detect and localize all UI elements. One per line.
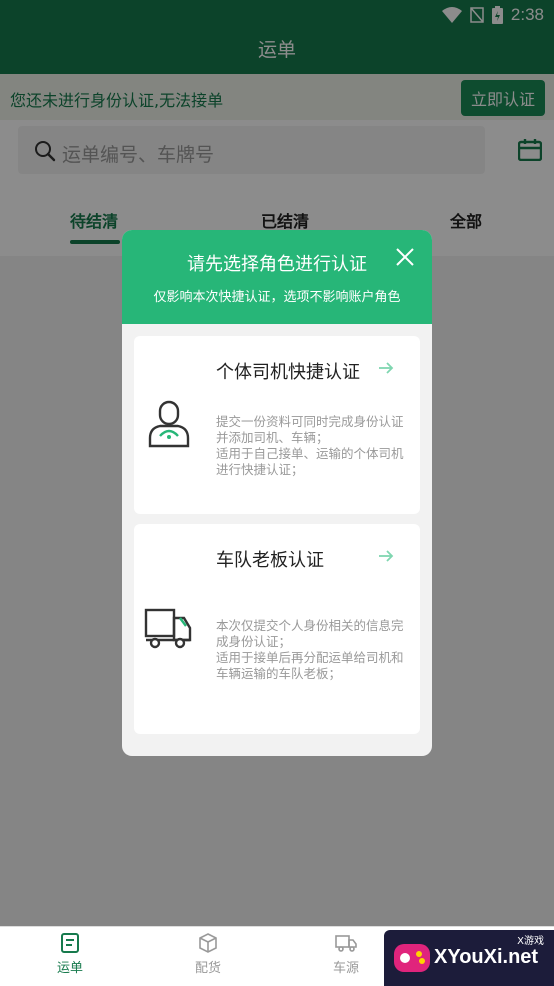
nav-waybill-label: 运单 <box>56 961 83 976</box>
nav-vehicle-source-label: 车源 <box>332 961 359 976</box>
option-description: 本次仅提交个人身份相关的信息完成身份认证； 适用于接单后再分配运单给司机和车辆运… <box>216 618 404 681</box>
nav-waybill[interactable]: 运单 <box>40 933 100 976</box>
option-individual-driver[interactable]: 个体司机快捷认证 提交一份资料可同时完成身份认证并添加司机、车辆； 适用于自己接… <box>134 336 420 514</box>
option-title: 车队老板认证 <box>216 550 324 571</box>
dialog-subtitle: 仅影响本次快捷认证，选项不影响账户角色 <box>153 290 401 305</box>
gamepad-logo-icon <box>394 944 430 972</box>
arrow-right-icon <box>379 550 394 562</box>
nav-distribution-label: 配货 <box>194 961 221 976</box>
close-icon[interactable] <box>394 246 416 268</box>
dialog-header: 请先选择角色进行认证 仅影响本次快捷认证，选项不影响账户角色 <box>122 230 432 324</box>
role-select-dialog: 请先选择角色进行认证 仅影响本次快捷认证，选项不影响账户角色 个体司机快捷认证 … <box>122 230 432 756</box>
cube-icon <box>199 933 217 953</box>
arrow-right-icon <box>379 362 394 374</box>
dialog-title: 请先选择角色进行认证 <box>187 254 367 275</box>
truck-icon <box>144 608 192 649</box>
option-description: 提交一份资料可同时完成身份认证并添加司机、车辆； 适用于自己接单、运输的个体司机… <box>216 414 404 477</box>
nav-vehicle-source[interactable]: 车源 <box>316 933 376 976</box>
option-fleet-owner[interactable]: 车队老板认证 本次仅提交个人身份相关的信息完成身份认证； 适用于接单后再分配运单… <box>134 524 420 734</box>
driver-icon <box>148 400 190 448</box>
option-title: 个体司机快捷认证 <box>216 362 360 383</box>
truck-icon <box>335 935 357 952</box>
watermark-small: X游戏 <box>517 936 544 947</box>
waybill-icon <box>61 933 79 953</box>
watermark-text: XYouXi.net <box>434 946 539 968</box>
nav-distribution[interactable]: 配货 <box>178 933 238 976</box>
site-watermark: XYouXi.net X游戏 <box>384 930 554 986</box>
